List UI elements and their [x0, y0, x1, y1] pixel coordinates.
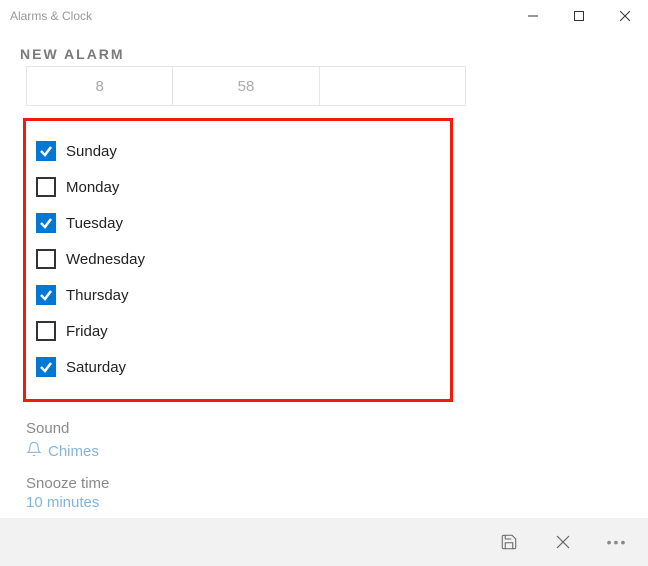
day-label: Friday — [66, 323, 108, 340]
day-label: Monday — [66, 179, 119, 196]
minimize-button[interactable] — [510, 1, 556, 31]
bell-icon — [26, 441, 42, 461]
app-title: Alarms & Clock — [10, 9, 92, 23]
day-item-monday[interactable]: Monday — [34, 169, 442, 205]
hour-cell[interactable]: 8 — [27, 67, 173, 105]
command-bar: ••• — [0, 518, 648, 566]
day-item-tuesday[interactable]: Tuesday — [34, 205, 442, 241]
day-item-friday[interactable]: Friday — [34, 313, 442, 349]
main-content: 8 58 Sunday Monday Tuesday Wednesday Thursda… — [0, 66, 648, 511]
title-bar: Alarms & Clock — [0, 0, 648, 32]
snooze-section-label: Snooze time — [20, 475, 628, 492]
snooze-selector[interactable]: 10 minutes — [20, 492, 628, 511]
checkbox-tuesday[interactable] — [36, 213, 56, 233]
checkbox-friday[interactable] — [36, 321, 56, 341]
day-item-wednesday[interactable]: Wednesday — [34, 241, 442, 277]
maximize-button[interactable] — [556, 1, 602, 31]
ampm-cell[interactable] — [320, 67, 465, 105]
repeat-days-group: Sunday Monday Tuesday Wednesday Thursday Frid… — [23, 118, 453, 402]
day-label: Tuesday — [66, 215, 123, 232]
cancel-button[interactable] — [536, 518, 590, 566]
checkbox-wednesday[interactable] — [36, 249, 56, 269]
day-item-thursday[interactable]: Thursday — [34, 277, 442, 313]
checkbox-thursday[interactable] — [36, 285, 56, 305]
checkbox-monday[interactable] — [36, 177, 56, 197]
day-item-sunday[interactable]: Sunday — [34, 133, 442, 169]
ellipsis-icon: ••• — [607, 534, 628, 550]
more-button[interactable]: ••• — [590, 518, 644, 566]
minute-cell[interactable]: 58 — [173, 67, 319, 105]
window-controls — [510, 1, 648, 31]
save-button[interactable] — [482, 518, 536, 566]
day-label: Thursday — [66, 287, 129, 304]
close-button[interactable] — [602, 1, 648, 31]
sound-selector[interactable]: Chimes — [20, 437, 628, 461]
day-item-saturday[interactable]: Saturday — [34, 349, 442, 385]
checkbox-sunday[interactable] — [36, 141, 56, 161]
day-label: Saturday — [66, 359, 126, 376]
sound-value: Chimes — [48, 443, 99, 460]
time-picker[interactable]: 8 58 — [26, 66, 466, 106]
day-label: Sunday — [66, 143, 117, 160]
sound-section-label: Sound — [20, 420, 628, 437]
day-label: Wednesday — [66, 251, 145, 268]
checkbox-saturday[interactable] — [36, 357, 56, 377]
page-heading: NEW ALARM — [0, 32, 648, 66]
